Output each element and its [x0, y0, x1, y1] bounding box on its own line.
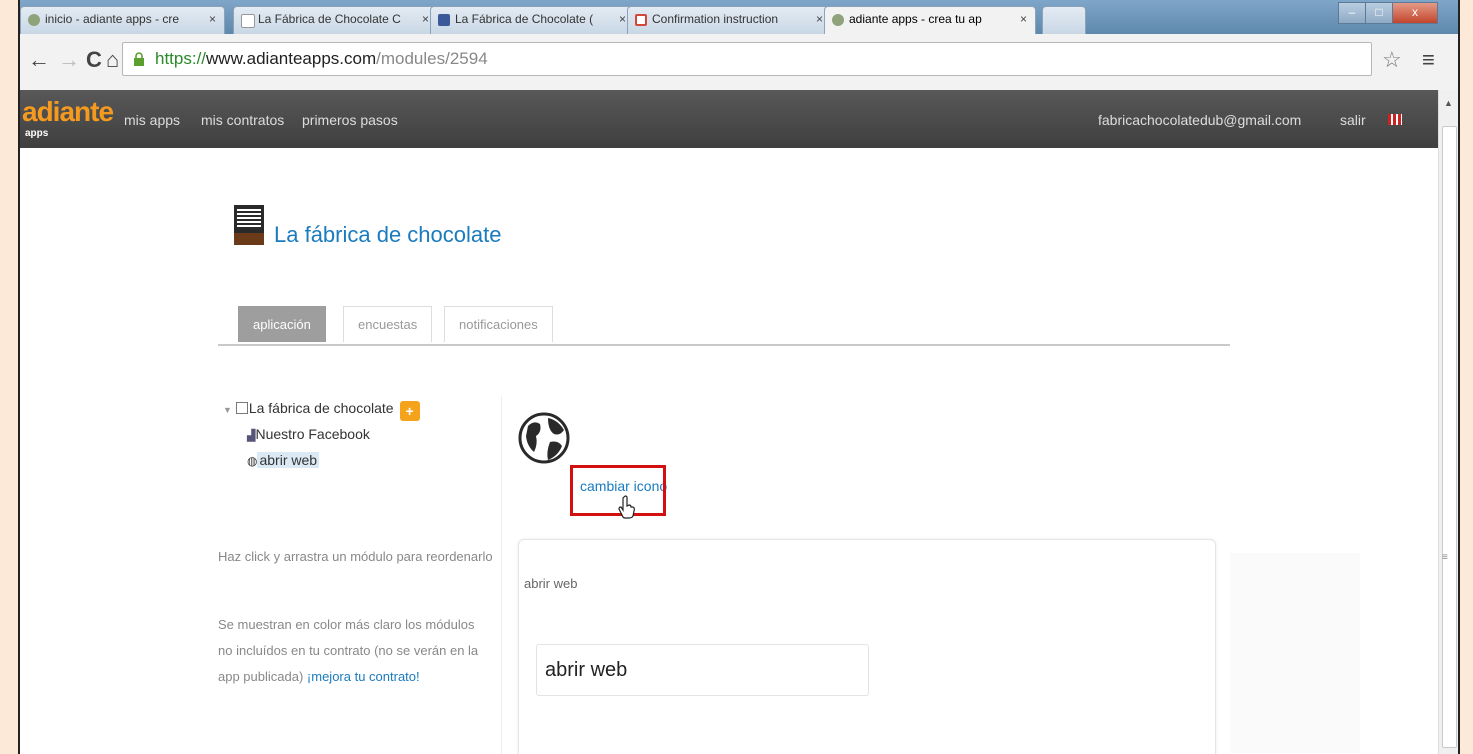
reload-icon[interactable]: C [86, 48, 102, 72]
tab-title: Confirmation instruction [652, 12, 779, 26]
window-controls: – □ x [1338, 2, 1438, 24]
forward-icon[interactable]: → [58, 48, 80, 72]
tab-aplicacion[interactable]: aplicación [238, 306, 326, 342]
tab-notificaciones[interactable]: notificaciones [444, 306, 553, 342]
close-icon[interactable]: × [422, 12, 429, 26]
tab-inicio[interactable]: inicio - adiante apps - cre × [20, 6, 225, 34]
scroll-grip-icon: ≡ [1442, 552, 1448, 563]
language-flag-icon[interactable] [1388, 114, 1402, 125]
logout-link[interactable]: salir [1340, 112, 1366, 128]
nav-mis-apps[interactable]: mis apps [124, 112, 180, 128]
tree-root-label[interactable]: La fábrica de chocolate [249, 400, 394, 416]
add-module-button[interactable]: + [399, 401, 420, 421]
module-name-input[interactable]: abrir web [536, 644, 869, 696]
scrollbar-thumb[interactable] [1442, 126, 1457, 748]
close-icon[interactable]: × [619, 12, 626, 26]
puzzle-icon [832, 14, 844, 26]
tab-title: La Fábrica de Chocolate C [258, 12, 401, 26]
tree-item-abrir-web[interactable]: ◍ abrir web [247, 452, 320, 468]
facebook-icon [438, 14, 450, 26]
url-protocol: https:// [155, 49, 207, 68]
browser-toolbar: ← → C ⌂ https://www.adianteapps.com/modu… [20, 34, 1458, 91]
tree-root[interactable]: ▼ La fábrica de chocolate + [223, 400, 420, 421]
app-icon [234, 205, 264, 245]
user-email[interactable]: fabricachocolatedub@gmail.com [1098, 112, 1301, 128]
close-icon[interactable]: × [209, 12, 216, 26]
bookmark-star-icon[interactable]: ☆ [1382, 48, 1402, 72]
brand-logo[interactable]: adiante [22, 98, 114, 126]
tab-title: La Fábrica de Chocolate ( [455, 12, 594, 26]
close-icon[interactable]: × [816, 12, 823, 26]
tree-item-facebook[interactable]: ▟Nuestro Facebook [247, 426, 370, 442]
tab-adiante-active[interactable]: adiante apps - crea tu ap × [824, 6, 1036, 34]
contract-hint-line-3: app publicada) ¡mejora tu contrato! [218, 664, 498, 690]
nav-mis-contratos[interactable]: mis contratos [201, 112, 284, 128]
column-divider [501, 396, 502, 754]
side-panel [1230, 553, 1360, 753]
minimize-button[interactable]: – [1338, 2, 1366, 24]
upgrade-contract-link[interactable]: ¡mejora tu contrato! [307, 669, 420, 684]
globe-small-icon: ◍ [247, 454, 258, 468]
url-path: /modules/2594 [376, 49, 488, 68]
tab-title: inicio - adiante apps - cre [45, 12, 180, 26]
module-name-label: abrir web [524, 576, 578, 591]
tree-item-label[interactable]: abrir web [257, 452, 320, 468]
tab-strip: inicio - adiante apps - cre × La Fábrica… [20, 0, 1458, 34]
main-content: La fábrica de chocolate aplicación encue… [20, 148, 1438, 754]
tab-encuestas[interactable]: encuestas [343, 306, 433, 342]
contract-hint-line-1: Se muestran en color más claro los módul… [218, 617, 475, 632]
page-icon [241, 14, 255, 28]
vertical-scrollbar[interactable]: ▲ ≡ [1438, 90, 1458, 754]
window-close-button[interactable]: x [1392, 2, 1438, 24]
back-icon[interactable]: ← [28, 48, 50, 72]
tree-item-label[interactable]: Nuestro Facebook [255, 426, 369, 442]
tab-title: adiante apps - crea tu ap [849, 12, 982, 26]
contract-hint: Se muestran en color más claro los módul… [218, 612, 498, 690]
reorder-hint-text: Haz click y arrastra un módulo para reor… [218, 549, 493, 564]
home-icon[interactable]: ⌂ [106, 48, 119, 72]
tab-gmail[interactable]: Confirmation instruction × [627, 6, 832, 34]
scroll-up-icon[interactable]: ▲ [1444, 98, 1453, 108]
contract-hint-line-2: no incluídos en tu contrato (no se verán… [218, 643, 479, 658]
reorder-hint: Haz click y arrastra un módulo para reor… [218, 544, 498, 570]
lock-icon [134, 52, 144, 66]
close-icon[interactable]: × [1020, 12, 1027, 26]
app-header: adiante apps mis apps mis contratos prim… [20, 90, 1438, 148]
page-title: La fábrica de chocolate [274, 222, 502, 247]
hand-cursor-icon [618, 495, 635, 519]
tab-fabrica-site[interactable]: La Fábrica de Chocolate C × [233, 6, 438, 34]
browser-window: inicio - adiante apps - cre × La Fábrica… [18, 0, 1460, 754]
nav-primeros-pasos[interactable]: primeros pasos [302, 112, 398, 128]
brand-logo-sub: apps [25, 128, 49, 139]
address-bar[interactable]: https://www.adianteapps.com/modules/2594 [122, 42, 1372, 76]
menu-icon[interactable]: ≡ [1422, 48, 1435, 72]
globe-icon[interactable] [518, 406, 570, 470]
url-host: www.adianteapps.com [206, 49, 377, 68]
gmail-icon [635, 14, 647, 26]
app-tabs: aplicación encuestas notificaciones [218, 302, 1230, 346]
tab-fabrica-facebook[interactable]: La Fábrica de Chocolate ( × [430, 6, 635, 34]
contract-hint-line-3-text: app publicada) [218, 669, 304, 684]
new-tab-button[interactable] [1042, 6, 1086, 34]
maximize-button[interactable]: □ [1365, 2, 1393, 24]
tree-checkbox[interactable] [235, 402, 248, 414]
expand-triangle-icon[interactable]: ▼ [223, 405, 232, 415]
puzzle-icon [28, 14, 40, 26]
